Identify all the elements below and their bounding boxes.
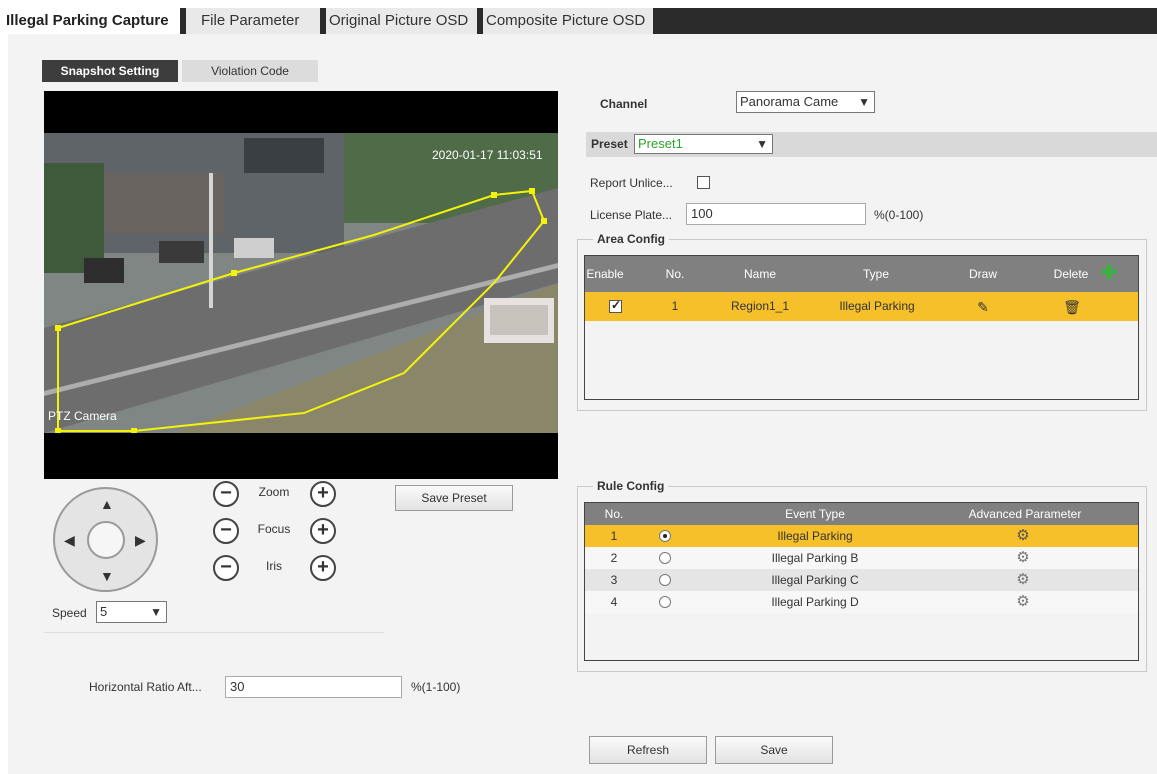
header-advanced-parameter: Advanced Parameter	[968, 507, 1082, 521]
rule-row[interactable]: 3 Illegal Parking C ⚙	[585, 569, 1138, 591]
rule-config-table: No. Event Type Advanced Parameter 1 Ille…	[584, 502, 1139, 661]
rule-row-event-type: Illegal Parking B	[771, 551, 859, 565]
iris-minus-button[interactable]: −	[213, 555, 239, 581]
zoom-in-button[interactable]: +	[310, 481, 336, 507]
preset-label: Preset	[591, 137, 628, 151]
rule-config-header: No. Event Type Advanced Parameter	[585, 503, 1138, 525]
rule-row-no: 2	[610, 551, 618, 565]
rule-row[interactable]: 2 Illegal Parking B ⚙	[585, 547, 1138, 569]
tab-original-picture-osd[interactable]: Original Picture OSD	[326, 8, 477, 34]
zoom-out-button[interactable]: −	[213, 481, 239, 507]
focus-label: Focus	[257, 522, 291, 536]
tab-file-parameter[interactable]: File Parameter	[186, 8, 320, 34]
horizontal-ratio-input[interactable]: 30	[225, 676, 402, 698]
rule-config-title: Rule Config	[593, 479, 669, 493]
header-event-type: Event Type	[785, 507, 845, 521]
checkmark-icon: ✓	[611, 298, 622, 312]
report-unlicensed-checkbox[interactable]	[697, 176, 710, 189]
rule-row[interactable]: 1 Illegal Parking ⚙	[585, 525, 1138, 547]
speed-label: Speed	[52, 606, 87, 620]
rule-radio[interactable]	[659, 596, 671, 608]
gear-icon[interactable]: ⚙	[1011, 569, 1035, 591]
focus-minus-button[interactable]: −	[213, 518, 239, 544]
ptz-up-arrow-icon[interactable]: ▲	[100, 497, 114, 511]
save-button[interactable]: Save	[715, 736, 833, 764]
tab-composite-picture-osd[interactable]: Composite Picture OSD	[483, 8, 653, 34]
chevron-down-icon: ▼	[756, 137, 768, 151]
license-plate-unit: %(0-100)	[874, 208, 924, 222]
header-name: Name	[743, 267, 776, 281]
ptz-down-arrow-icon[interactable]: ▼	[100, 569, 114, 583]
video-timestamp: 2020-01-17 11:03:51	[432, 148, 543, 162]
street-scene-drawing	[44, 133, 558, 433]
gear-icon[interactable]: ⚙	[1011, 591, 1035, 613]
subtab-violation-code[interactable]: Violation Code	[182, 60, 318, 82]
channel-select[interactable]: Panorama Came ▼	[736, 91, 875, 113]
horizontal-ratio-label: Horizontal Ratio Aft...	[89, 680, 202, 694]
rule-row-no: 3	[610, 573, 618, 587]
focus-plus-button[interactable]: +	[310, 518, 336, 544]
license-plate-label: License Plate...	[590, 208, 673, 222]
report-unlicensed-label: Report Unlice...	[590, 176, 673, 190]
header-enable: Enable	[586, 267, 624, 281]
ptz-right-arrow-icon[interactable]: ▶	[135, 533, 146, 547]
gear-icon[interactable]: ⚙	[1011, 547, 1035, 569]
chevron-down-icon: ▼	[856, 92, 870, 112]
header-no: No.	[665, 267, 685, 281]
horizontal-ratio-unit: %(1-100)	[411, 680, 461, 694]
area-config-row[interactable]: ✓ 1 Region1_1 Illegal Parking ✎ 🗑	[585, 292, 1138, 321]
add-area-icon[interactable]: ✚	[1097, 262, 1121, 284]
divider	[44, 632, 384, 633]
tab-bar-filler	[653, 8, 1157, 34]
preset-select-value: Preset1	[638, 136, 683, 151]
header-no: No.	[604, 507, 624, 521]
zoom-label: Zoom	[258, 485, 290, 499]
area-row-type: Illegal Parking	[839, 299, 915, 313]
area-enable-checkbox[interactable]: ✓	[609, 298, 622, 313]
rule-row[interactable]: 4 Illegal Parking D ⚙	[585, 591, 1138, 613]
area-row-name: Region1_1	[730, 299, 790, 313]
refresh-button[interactable]: Refresh	[589, 736, 707, 764]
area-config-header: Enable No. Name Type Draw Delete ✚	[585, 256, 1138, 292]
iris-label: Iris	[266, 559, 282, 573]
license-plate-input[interactable]: 100	[686, 203, 866, 225]
rule-row-event-type: Illegal Parking C	[771, 573, 859, 587]
ptz-left-arrow-icon[interactable]: ◀	[64, 533, 75, 547]
top-tab-bar: Illegal Parking Capture File Parameter O…	[0, 0, 1157, 34]
rule-row-event-type: Illegal Parking	[777, 529, 853, 543]
ptz-center-button[interactable]	[87, 521, 125, 559]
rule-radio[interactable]	[659, 574, 671, 586]
tab-illegal-parking-capture[interactable]: Illegal Parking Capture	[0, 8, 180, 34]
video-camera-label: PTZ Camera	[48, 409, 117, 423]
speed-select[interactable]: 5 ▼	[96, 601, 167, 623]
header-draw: Draw	[968, 267, 997, 281]
area-row-no: 1	[671, 299, 679, 313]
channel-select-value: Panorama Came	[740, 94, 839, 109]
rule-row-event-type: Illegal Parking D	[771, 595, 859, 609]
rule-radio[interactable]	[659, 530, 671, 542]
rule-row-no: 4	[610, 595, 618, 609]
rule-row-no: 1	[610, 529, 618, 543]
iris-plus-button[interactable]: +	[310, 555, 336, 581]
area-config-table: Enable No. Name Type Draw Delete ✚ ✓ 1 R…	[584, 255, 1139, 400]
gear-icon[interactable]: ⚙	[1011, 525, 1035, 547]
channel-label: Channel	[600, 97, 648, 111]
header-type: Type	[862, 267, 889, 281]
chevron-down-icon: ▼	[150, 605, 162, 619]
area-config-title: Area Config	[593, 232, 670, 246]
street-scene-image: 2020-01-17 11:03:51 PTZ Camera	[44, 133, 558, 433]
draw-pencil-icon[interactable]: ✎	[970, 296, 996, 318]
rule-radio[interactable]	[659, 552, 671, 564]
header-delete: Delete	[1053, 267, 1089, 281]
subtab-snapshot-setting[interactable]: Snapshot Setting	[42, 60, 178, 82]
speed-select-value: 5	[100, 604, 108, 619]
preset-select[interactable]: Preset1 ▼	[634, 134, 773, 154]
video-preview[interactable]: 2020-01-17 11:03:51 PTZ Camera	[44, 91, 558, 479]
delete-trash-icon[interactable]: 🗑	[1059, 296, 1085, 318]
save-preset-button[interactable]: Save Preset	[395, 485, 513, 511]
